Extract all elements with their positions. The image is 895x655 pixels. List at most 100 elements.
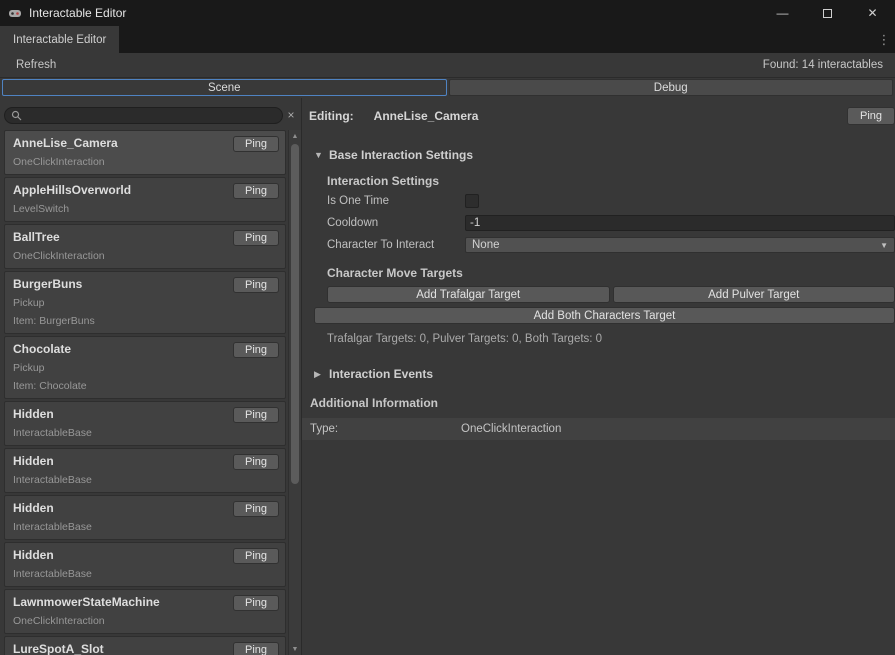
list-item[interactable]: Hidden Ping InteractableBase xyxy=(4,495,286,540)
is-one-time-checkbox[interactable] xyxy=(465,194,479,208)
close-icon[interactable]: ✕ xyxy=(850,0,895,26)
cooldown-label: Cooldown xyxy=(327,217,465,229)
ping-button[interactable]: Ping xyxy=(233,454,279,470)
foldout-label: Base Interaction Settings xyxy=(329,148,473,162)
ping-button[interactable]: Ping xyxy=(233,548,279,564)
is-one-time-label: Is One Time xyxy=(327,195,465,207)
scroll-down-icon[interactable]: ▼ xyxy=(289,643,301,655)
list-item[interactable]: Hidden Ping InteractableBase xyxy=(4,401,286,446)
cooldown-input[interactable] xyxy=(465,215,895,231)
editing-value: AnneLise_Camera xyxy=(374,109,479,123)
main-area: × AnneLise_Camera Ping OneClickInteracti… xyxy=(0,98,895,655)
interactable-type: Pickup xyxy=(13,297,277,309)
ping-button[interactable]: Ping xyxy=(233,183,279,199)
list-item[interactable]: Chocolate Ping Pickup Item: Chocolate xyxy=(4,336,286,399)
interactable-type: OneClickInteraction xyxy=(13,250,277,262)
ping-button[interactable]: Ping xyxy=(847,107,895,125)
interactable-type: OneClickInteraction xyxy=(13,615,277,627)
interactable-type: InteractableBase xyxy=(13,568,277,580)
inspector-panel: Editing: AnneLise_Camera Ping ▼ Base Int… xyxy=(302,98,895,655)
list-item[interactable]: AnneLise_Camera Ping OneClickInteraction xyxy=(4,130,286,175)
search-field xyxy=(4,107,283,124)
foldout-open-icon: ▼ xyxy=(314,150,323,160)
window-title: Interactable Editor xyxy=(29,6,126,20)
view-tabs: Scene Debug xyxy=(0,78,895,98)
additional-information-header: Additional Information xyxy=(309,396,895,410)
interactable-item-info: Item: Chocolate xyxy=(13,380,277,392)
toolbar: Refresh Found: 14 interactables xyxy=(0,53,895,78)
list-item[interactable]: AppleHillsOverworld Ping LevelSwitch xyxy=(4,177,286,222)
type-value: OneClickInteraction xyxy=(461,423,561,435)
titlebar: Interactable Editor — ✕ xyxy=(0,0,895,26)
add-both-row: Add Both Characters Target xyxy=(314,307,895,324)
interactable-type: InteractableBase xyxy=(13,427,277,439)
app-icon xyxy=(8,6,22,20)
list-item[interactable]: LawnmowerStateMachine Ping OneClickInter… xyxy=(4,589,286,634)
interaction-settings-header: Interaction Settings xyxy=(327,174,895,188)
list-item[interactable]: BallTree Ping OneClickInteraction xyxy=(4,224,286,269)
list-item[interactable]: Hidden Ping InteractableBase xyxy=(4,542,286,587)
interactable-list: AnneLise_Camera Ping OneClickInteraction… xyxy=(0,130,288,655)
tab-scene[interactable]: Scene xyxy=(2,79,447,96)
list-wrap: AnneLise_Camera Ping OneClickInteraction… xyxy=(0,130,301,655)
scene-list-panel: × AnneLise_Camera Ping OneClickInteracti… xyxy=(0,98,302,655)
search-clear-icon[interactable]: × xyxy=(283,108,299,122)
foldout-interaction-events[interactable]: ▶ Interaction Events xyxy=(309,367,895,381)
ping-button[interactable]: Ping xyxy=(233,595,279,611)
type-label: Type: xyxy=(310,423,461,435)
maximize-icon[interactable] xyxy=(805,0,850,26)
kebab-menu-icon[interactable]: ⋮ xyxy=(876,26,892,53)
foldout-base-interaction-settings[interactable]: ▼ Base Interaction Settings xyxy=(309,148,895,162)
ping-button[interactable]: Ping xyxy=(233,136,279,152)
targets-summary: Trafalgar Targets: 0, Pulver Targets: 0,… xyxy=(327,333,895,345)
character-to-interact-row: Character To Interact None ▼ xyxy=(327,236,895,254)
tab-debug[interactable]: Debug xyxy=(449,79,894,96)
window-controls: — ✕ xyxy=(760,0,895,26)
editing-label: Editing: xyxy=(309,109,354,123)
found-count: Found: 14 interactables xyxy=(763,59,887,71)
ping-button[interactable]: Ping xyxy=(233,642,279,655)
interactable-editor-window: Interactable Editor — ✕ Interactable Edi… xyxy=(0,0,895,655)
vertical-scrollbar[interactable]: ▲ ▼ xyxy=(288,130,301,655)
inspector-header: Editing: AnneLise_Camera Ping xyxy=(309,106,895,126)
search-row: × xyxy=(0,106,301,124)
cooldown-row: Cooldown xyxy=(327,214,895,232)
maximize-box xyxy=(823,9,832,18)
move-targets-header: Character Move Targets xyxy=(327,266,895,280)
minimize-icon[interactable]: — xyxy=(760,0,805,26)
interactable-type: Pickup xyxy=(13,362,277,374)
ping-button[interactable]: Ping xyxy=(233,342,279,358)
dropdown-value: None xyxy=(472,239,500,251)
base-settings-content: Interaction Settings Is One Time Cooldow… xyxy=(327,162,895,345)
interactable-item-info: Item: BurgerBuns xyxy=(13,315,277,327)
foldout-label: Interaction Events xyxy=(329,367,433,381)
interactable-type: InteractableBase xyxy=(13,521,277,533)
list-item[interactable]: LureSpotA_Slot Ping xyxy=(4,636,286,655)
add-trafalgar-target-button[interactable]: Add Trafalgar Target xyxy=(327,286,610,303)
refresh-button[interactable]: Refresh xyxy=(8,57,64,73)
list-item[interactable]: Hidden Ping InteractableBase xyxy=(4,448,286,493)
list-item[interactable]: BurgerBuns Ping Pickup Item: BurgerBuns xyxy=(4,271,286,334)
search-input[interactable] xyxy=(26,109,276,121)
chevron-down-icon: ▼ xyxy=(880,241,888,250)
add-pulver-target-button[interactable]: Add Pulver Target xyxy=(613,286,895,303)
search-icon xyxy=(11,110,22,121)
interactable-type: OneClickInteraction xyxy=(13,156,277,168)
ping-button[interactable]: Ping xyxy=(233,277,279,293)
editor-tabstrip: Interactable Editor ⋮ xyxy=(0,26,895,53)
scrollbar-thumb[interactable] xyxy=(291,144,299,484)
target-buttons-row: Add Trafalgar Target Add Pulver Target xyxy=(327,286,895,303)
scroll-up-icon[interactable]: ▲ xyxy=(289,130,301,142)
add-both-characters-target-button[interactable]: Add Both Characters Target xyxy=(314,307,895,324)
character-to-interact-dropdown[interactable]: None ▼ xyxy=(465,237,895,253)
ping-button[interactable]: Ping xyxy=(233,501,279,517)
ping-button[interactable]: Ping xyxy=(233,407,279,423)
foldout-closed-icon: ▶ xyxy=(314,369,323,380)
tab-interactable-editor[interactable]: Interactable Editor xyxy=(0,26,119,53)
ping-button[interactable]: Ping xyxy=(233,230,279,246)
interactable-type: LevelSwitch xyxy=(13,203,277,215)
character-to-interact-label: Character To Interact xyxy=(327,239,465,251)
interactable-type: InteractableBase xyxy=(13,474,277,486)
is-one-time-row: Is One Time xyxy=(327,192,895,210)
type-row: Type: OneClickInteraction xyxy=(302,418,895,440)
